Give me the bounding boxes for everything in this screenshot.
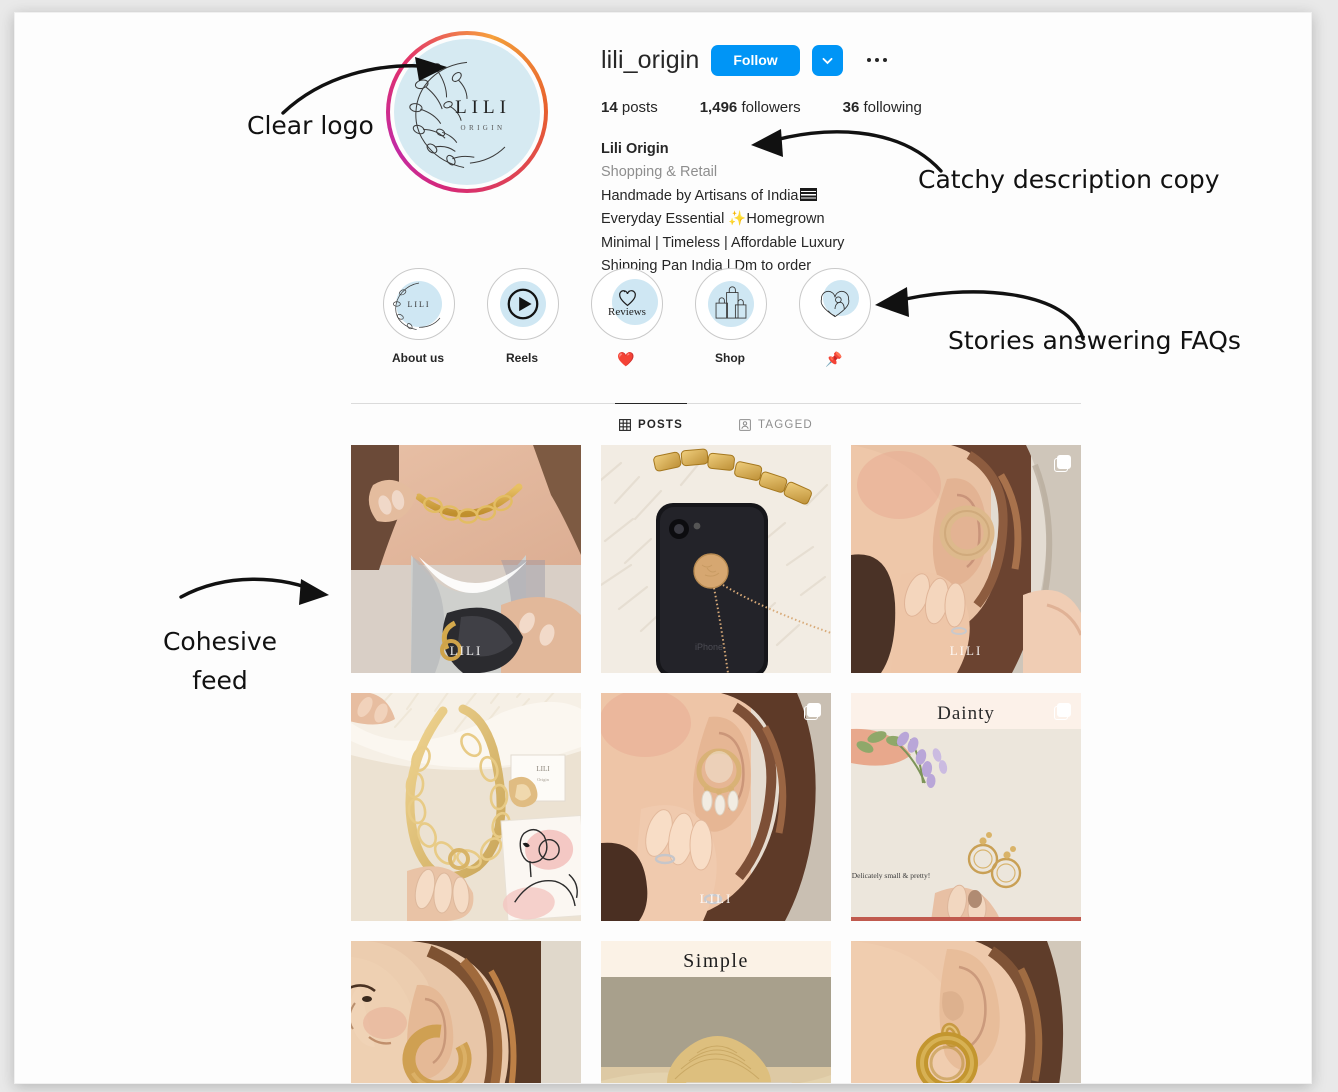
shopping-bags-icon	[695, 268, 767, 340]
instagram-profile-card: LILI ORIGIN lili_origin Follow 14 posts …	[14, 12, 1312, 1084]
reviews-heart-icon: Reviews	[591, 268, 663, 340]
svg-text:Dainty: Dainty	[937, 703, 995, 724]
grid-icon	[619, 419, 631, 431]
chevron-down-icon[interactable]	[811, 44, 843, 76]
carousel-icon	[1054, 455, 1071, 472]
highlight-reviews[interactable]: Reviews ❤️	[591, 268, 663, 368]
highlight-label: Reels	[505, 351, 539, 365]
tab-label: POSTS	[638, 419, 684, 431]
carousel-icon	[804, 703, 821, 720]
heart-person-icon	[799, 268, 871, 340]
highlight-label: Shop	[715, 351, 745, 365]
logo-sub: ORIGIN	[460, 123, 506, 132]
highlight-label: ❤️	[617, 351, 635, 367]
bio-line-2: Everyday Essential ✨Homegrown	[601, 211, 825, 228]
post-thumbnail[interactable]: LILI	[601, 693, 831, 921]
stat-following[interactable]: 36 following	[843, 99, 922, 116]
highlight-shop[interactable]: Shop	[695, 268, 767, 368]
annotation-cohesive-feed: Cohesive feed	[162, 627, 278, 695]
bio-line-3: Minimal | Timeless | Affordable Luxury	[601, 234, 845, 251]
highlight-label: About us	[392, 351, 444, 365]
profile-header-row: lili_origin Follow	[601, 43, 1241, 77]
post-thumbnail[interactable]	[851, 941, 1081, 1083]
tab-label: TAGGED	[758, 418, 813, 431]
post-thumbnail[interactable]: LILI	[351, 445, 581, 673]
carousel-icon	[1054, 703, 1071, 720]
post-watermark: LILI	[949, 643, 983, 658]
highlight-label: 📌	[825, 351, 843, 367]
tab-tagged[interactable]: TAGGED	[735, 403, 817, 443]
tagged-person-icon	[739, 418, 751, 431]
lili-wreath-icon: LILI	[383, 268, 455, 340]
annotation-catchy-description: Catchy description copy	[918, 165, 1220, 194]
post-thumbnail[interactable]: Dainty Delicately small & pretty!	[851, 693, 1081, 921]
svg-text:Delicately small & pretty!: Delicately small & pretty!	[852, 871, 931, 880]
profile-stats: 14 posts 1,496 followers 36 following	[601, 99, 1241, 116]
svg-text:Origin: Origin	[537, 777, 549, 782]
flag-icon	[800, 187, 818, 201]
ellipsis-icon[interactable]	[855, 58, 887, 62]
post-thumbnail[interactable]: LILI Origin	[351, 693, 581, 921]
play-circle-icon	[487, 268, 559, 340]
post-watermark: LILI	[449, 643, 483, 658]
screenshot-stage: LILI ORIGIN lili_origin Follow 14 posts …	[0, 0, 1338, 1092]
svg-text:iPhone: iPhone	[695, 642, 723, 652]
highlight-reels[interactable]: Reels	[487, 268, 559, 368]
stat-followers[interactable]: 1,496 followers	[700, 99, 801, 116]
profile-username: lili_origin	[601, 45, 700, 74]
post-thumbnail[interactable]: LILI	[851, 445, 1081, 673]
profile-tabs: POSTS TAGGED	[351, 403, 1081, 443]
tab-posts[interactable]: POSTS	[615, 403, 688, 443]
post-thumbnail[interactable]	[351, 941, 581, 1083]
follow-button[interactable]: Follow	[711, 44, 800, 76]
svg-text:Simple: Simple	[683, 950, 749, 972]
post-watermark: LILI	[699, 891, 733, 906]
highlight-pinned[interactable]: 📌	[799, 268, 871, 368]
highlight-about-us[interactable]: LILI About us	[383, 268, 455, 368]
svg-text:LILI: LILI	[536, 765, 550, 773]
post-thumbnail[interactable]: iPhone	[601, 445, 831, 673]
post-grid: LILI iPhone LILI LILI Origin LILI Dainty…	[351, 445, 1081, 1083]
annotation-arrow-feed	[179, 577, 329, 605]
stat-posts: 14 posts	[601, 99, 658, 116]
annotation-stories-faqs: Stories answering FAQs	[948, 326, 1241, 355]
story-highlights: LILI About us Reels Reviews ❤️ Shop 📌	[383, 268, 871, 368]
annotation-clear-logo: Clear logo	[247, 111, 374, 140]
post-thumbnail[interactable]: Simple LILI Origin	[601, 941, 831, 1083]
